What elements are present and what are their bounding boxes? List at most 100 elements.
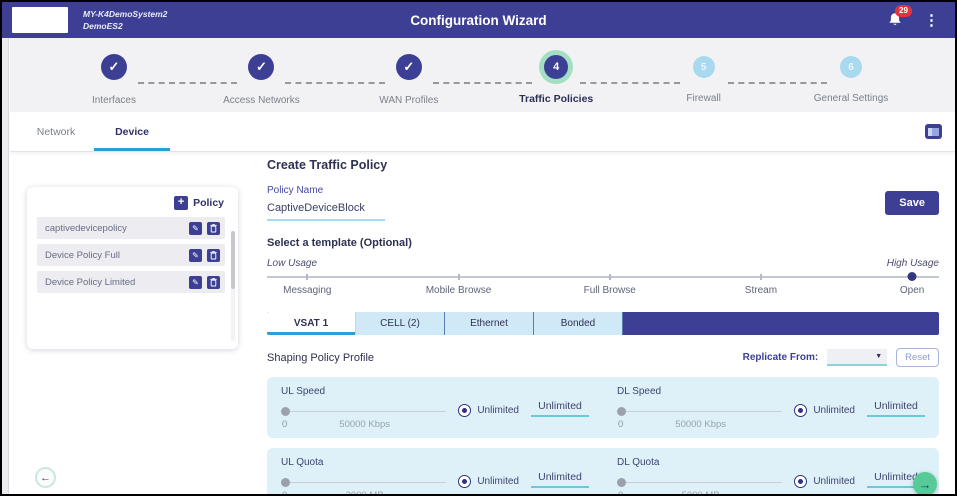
policy-list-panel: + Policy captivedevicepolicy ✎ Device Po…: [27, 187, 238, 349]
back-button[interactable]: ←: [35, 467, 56, 488]
stop-stream[interactable]: Stream: [745, 285, 777, 296]
page-title: Configuration Wizard: [410, 13, 546, 28]
arrow-left-icon: ←: [40, 472, 51, 484]
wizard-stepper: ✓ Interfaces ✓ Access Networks ✓ WAN Pro…: [10, 38, 955, 112]
dl-quota-slider[interactable]: 0 5000 MB: [617, 477, 784, 496]
tab-network[interactable]: Network: [18, 112, 94, 151]
panel-view-icon[interactable]: [925, 124, 942, 139]
top-actions: 29 ⋮: [887, 12, 939, 28]
system-names: MY-K4DemoSystem2 DemoES2: [83, 8, 167, 33]
main-content: + Policy captivedevicepolicy ✎ Device Po…: [10, 152, 955, 494]
kebab-menu-icon[interactable]: ⋮: [924, 13, 939, 28]
ul-speed-group: UL Speed 0 50000 Kbps Unlimited Unlimite…: [281, 386, 589, 430]
high-usage-label: High Usage: [887, 258, 939, 269]
ul-quota-slider[interactable]: 0 2000 MB: [281, 477, 448, 496]
policy-list-item[interactable]: Device Policy Limited ✎: [37, 271, 225, 293]
dl-speed-value-input[interactable]: Unlimited: [867, 400, 925, 417]
scrollbar-thumb[interactable]: [231, 231, 235, 289]
step-general-settings[interactable]: 6 General Settings: [799, 54, 903, 104]
interface-tab-bar: VSAT 1 CELL (2) Ethernet Bonded: [267, 312, 939, 335]
pencil-icon: ✎: [192, 278, 199, 287]
trash-icon: [210, 278, 217, 287]
notification-badge: 29: [895, 5, 912, 17]
policy-name-input[interactable]: [267, 198, 385, 221]
step-access-networks[interactable]: ✓ Access Networks: [209, 54, 313, 106]
usage-slider-track[interactable]: [267, 272, 939, 284]
policy-list-scrollbar[interactable]: [231, 231, 235, 341]
radio-dot: [798, 479, 803, 484]
add-policy-label: Policy: [193, 197, 224, 209]
step-firewall[interactable]: 5 Firewall: [652, 54, 756, 104]
slider-thumb[interactable]: [617, 407, 626, 416]
ul-speed-value-input[interactable]: Unlimited: [531, 400, 589, 417]
logo: [12, 7, 68, 33]
edit-policy-button[interactable]: ✎: [189, 222, 202, 235]
form-title: Create Traffic Policy: [267, 158, 939, 172]
ul-speed-label: UL Speed: [281, 386, 589, 397]
policy-list-item[interactable]: captivedevicepolicy ✎: [37, 217, 225, 239]
shaping-title: Shaping Policy Profile: [267, 352, 374, 364]
slider-thumb[interactable]: [617, 478, 626, 487]
ul-speed-slider[interactable]: 0 50000 Kbps: [281, 406, 448, 430]
slider-thumb[interactable]: [281, 407, 290, 416]
delete-policy-button[interactable]: [207, 276, 220, 289]
edit-policy-button[interactable]: ✎: [189, 276, 202, 289]
tab-device[interactable]: Device: [94, 112, 170, 151]
save-button[interactable]: Save: [885, 191, 939, 215]
slider-tick: [458, 274, 460, 280]
next-button[interactable]: →: [913, 472, 937, 496]
tab-cell[interactable]: CELL (2): [356, 312, 445, 335]
unlimited-radio[interactable]: [458, 475, 471, 488]
slider-tick: [609, 274, 611, 280]
slider-max-label: 5000 MB: [617, 490, 784, 496]
trash-icon: [210, 251, 217, 260]
radio-dot: [462, 479, 467, 484]
stop-messaging[interactable]: Messaging: [283, 285, 331, 296]
left-gutter: [2, 38, 9, 494]
step-traffic-policies[interactable]: 4 Traffic Policies: [504, 54, 608, 105]
slider-tick: [306, 274, 308, 280]
arrow-right-icon: →: [919, 477, 932, 492]
unlimited-radio[interactable]: [794, 475, 807, 488]
slider-thumb[interactable]: [281, 478, 290, 487]
app-window: MY-K4DemoSystem2 DemoES2 Configuration W…: [0, 0, 957, 496]
unlimited-radio[interactable]: [794, 404, 807, 417]
slider-line: [290, 482, 446, 484]
stop-open[interactable]: Open: [900, 285, 924, 296]
slider-line: [267, 276, 939, 278]
replicate-from-select[interactable]: ▼: [827, 349, 887, 366]
delete-policy-button[interactable]: [207, 249, 220, 262]
delete-policy-button[interactable]: [207, 222, 220, 235]
unlimited-label: Unlimited: [477, 476, 519, 487]
ul-quota-value-input[interactable]: Unlimited: [531, 471, 589, 488]
stop-full-browse[interactable]: Full Browse: [584, 285, 636, 296]
trash-icon: [210, 224, 217, 233]
add-policy-button[interactable]: + Policy: [27, 187, 238, 217]
stop-mobile-browse[interactable]: Mobile Browse: [426, 285, 492, 296]
unlimited-radio[interactable]: [458, 404, 471, 417]
reset-button[interactable]: Reset: [896, 348, 939, 367]
policy-name-label: Policy Name: [267, 185, 939, 196]
plus-icon: +: [174, 196, 188, 210]
slider-line: [290, 411, 446, 413]
notifications-button[interactable]: 29: [887, 12, 904, 28]
low-usage-label: Low Usage: [267, 258, 317, 269]
policy-list-item[interactable]: Device Policy Full ✎: [37, 244, 225, 266]
usage-slider-thumb[interactable]: [908, 272, 917, 281]
tab-bonded[interactable]: Bonded: [534, 312, 623, 335]
ul-quota-label: UL Quota: [281, 457, 589, 468]
step-label: Interfaces: [92, 95, 136, 106]
system-name: MY-K4DemoSystem2: [83, 8, 167, 20]
tab-ethernet[interactable]: Ethernet: [445, 312, 534, 335]
view-tab-bar: Network Device: [10, 112, 955, 152]
create-policy-form: Create Traffic Policy Policy Name Save S…: [267, 158, 939, 496]
tab-vsat-1[interactable]: VSAT 1: [267, 312, 356, 335]
policy-name: captivedevicepolicy: [45, 223, 184, 234]
step-interfaces[interactable]: ✓ Interfaces: [62, 54, 166, 106]
panel-view-icon-inner: [928, 128, 939, 136]
edit-policy-button[interactable]: ✎: [189, 249, 202, 262]
unlimited-label: Unlimited: [477, 405, 519, 416]
step-wan-profiles[interactable]: ✓ WAN Profiles: [357, 54, 461, 106]
dl-speed-slider[interactable]: 0 50000 Kbps: [617, 406, 784, 430]
slider-max-label: 50000 Kbps: [617, 419, 784, 430]
